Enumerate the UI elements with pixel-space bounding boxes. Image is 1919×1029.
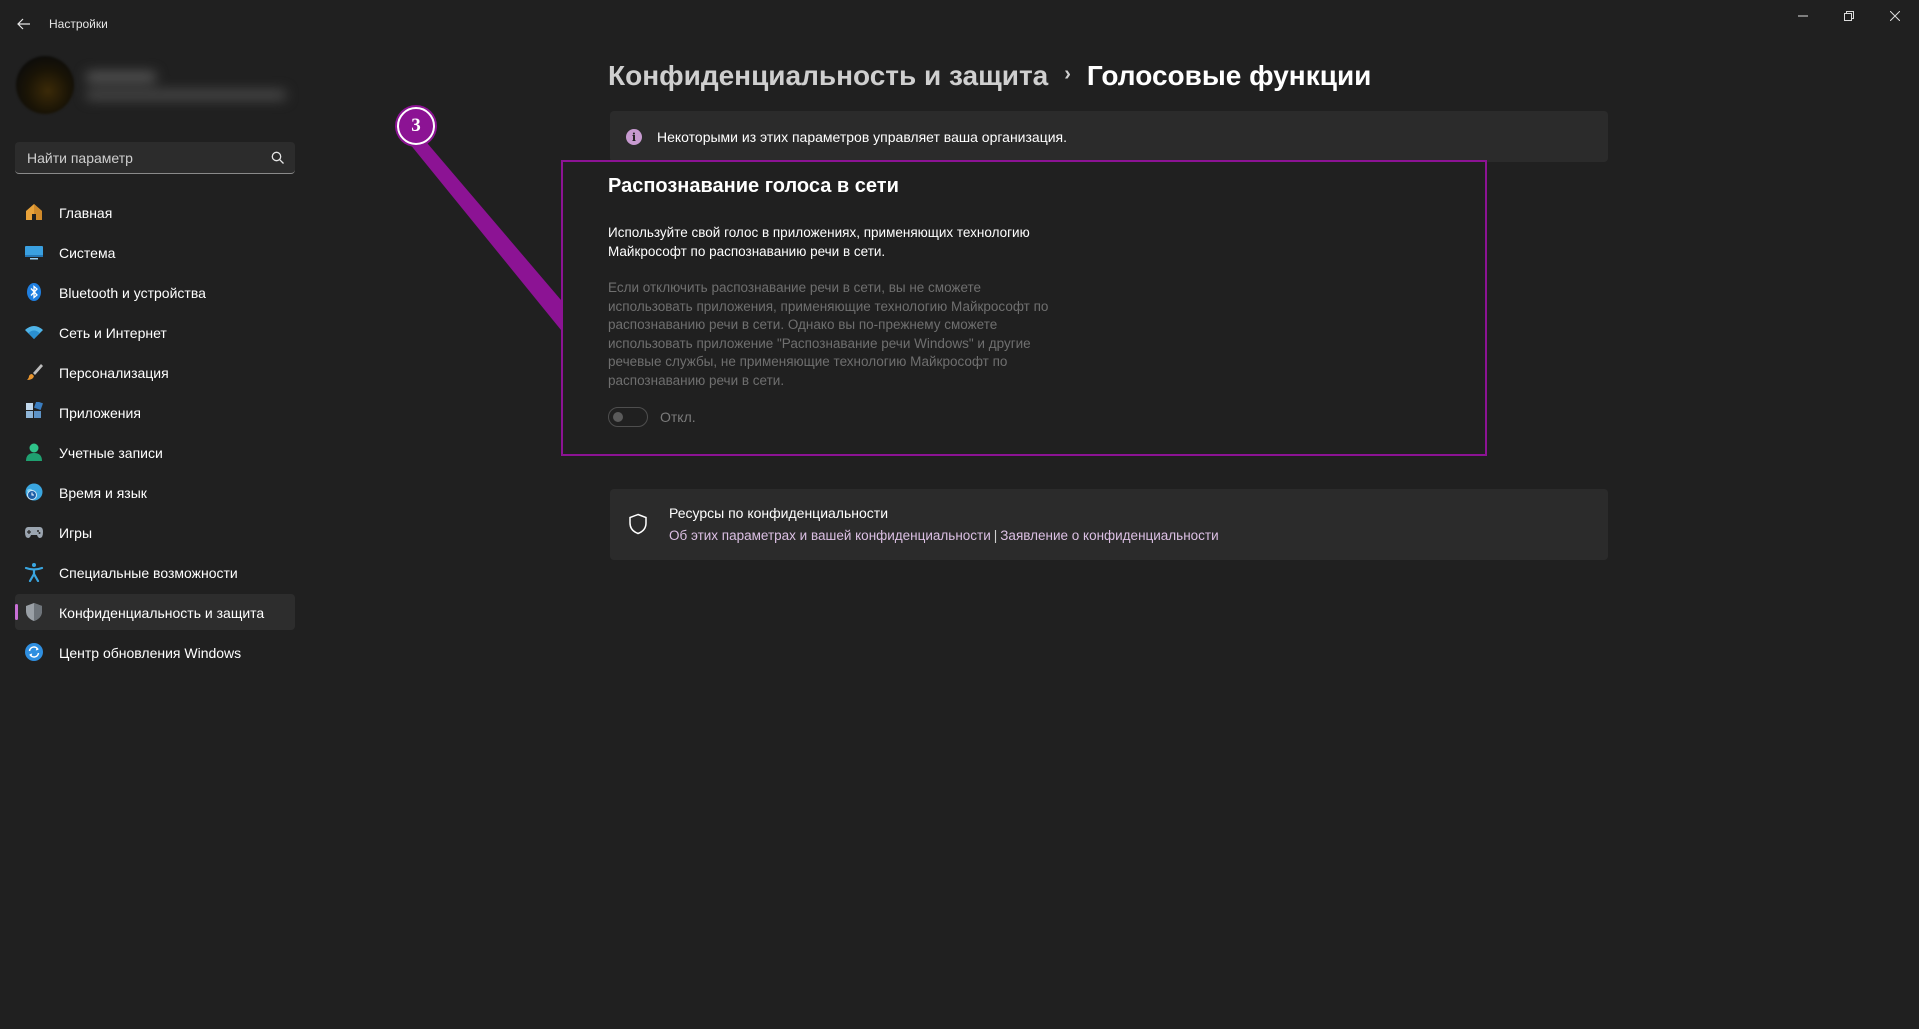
search-icon: [271, 151, 284, 164]
breadcrumb-parent-link[interactable]: Конфиденциальность и защита: [608, 60, 1048, 92]
search-input[interactable]: Найти параметр: [27, 150, 133, 166]
person-icon: [24, 442, 44, 462]
sidebar-item-label: Приложения: [59, 405, 141, 421]
minimize-button[interactable]: [1780, 0, 1826, 32]
sidebar-item-label: Время и язык: [59, 485, 147, 501]
sidebar-item-accessibility[interactable]: Специальные возможности: [15, 554, 295, 590]
sidebar-item-label: Конфиденциальность и защита: [59, 605, 265, 621]
privacy-resources-card: Ресурсы по конфиденциальности Об этих па…: [610, 489, 1608, 560]
shield-icon: [24, 602, 44, 622]
privacy-links: Об этих параметрах и вашей конфиденциаль…: [669, 528, 1219, 543]
sidebar-item-label: Специальные возможности: [59, 565, 238, 581]
sidebar-item-label: Главная: [59, 205, 113, 221]
back-button[interactable]: [10, 10, 38, 38]
display-icon: [24, 242, 44, 262]
sidebar-item-system[interactable]: Система: [15, 234, 295, 270]
sidebar-item-network[interactable]: Сеть и Интернет: [15, 314, 295, 350]
org-notice-text: Некоторыми из этих параметров управляет …: [657, 129, 1068, 145]
shield-outline-icon: [629, 513, 647, 535]
bluetooth-icon: [24, 282, 44, 302]
info-icon: i: [626, 129, 642, 145]
sidebar-item-time-language[interactable]: Время и язык: [15, 474, 295, 510]
accessibility-icon: [24, 562, 44, 582]
title-bar: Настройки: [0, 0, 1919, 48]
chevron-right-icon: ›: [1064, 62, 1071, 85]
search-box[interactable]: Найти параметр: [15, 142, 295, 174]
home-icon: [24, 202, 44, 222]
sidebar-item-label: Сеть и Интернет: [59, 325, 167, 341]
org-managed-notice: i Некоторыми из этих параметров управляе…: [610, 111, 1608, 162]
sidebar-item-bluetooth[interactable]: Bluetooth и устройства: [15, 274, 295, 310]
close-icon: [1890, 11, 1900, 21]
avatar: [16, 56, 74, 114]
sidebar-item-windows-update[interactable]: Центр обновления Windows: [15, 634, 295, 670]
privacy-resources-title: Ресурсы по конфиденциальности: [669, 505, 889, 521]
gamepad-icon: [24, 522, 44, 542]
sidebar-item-home[interactable]: Главная: [15, 194, 295, 230]
update-icon: [24, 642, 44, 662]
sidebar-item-apps[interactable]: Приложения: [15, 394, 295, 430]
sidebar-item-label: Bluetooth и устройства: [59, 285, 206, 301]
sidebar-nav: Главная Система Bluetooth и устройства С…: [15, 194, 295, 674]
app-title: Настройки: [49, 17, 108, 31]
user-profile[interactable]: [16, 56, 296, 122]
sidebar-item-label: Персонализация: [59, 365, 169, 381]
privacy-settings-link[interactable]: Об этих параметрах и вашей конфиденциаль…: [669, 528, 991, 543]
restore-button[interactable]: [1826, 0, 1872, 32]
back-arrow-icon: [17, 18, 30, 30]
sidebar-item-label: Игры: [59, 525, 93, 541]
sidebar-item-gaming[interactable]: Игры: [15, 514, 295, 550]
globe-clock-icon: [24, 482, 44, 502]
sidebar-item-privacy[interactable]: Конфиденциальность и защита: [15, 594, 295, 630]
sidebar-item-label: Система: [59, 245, 116, 261]
breadcrumb: Конфиденциальность и защита › Голосовые …: [608, 56, 1371, 96]
blurred-account-info: [86, 70, 286, 104]
step-number-badge: 3: [397, 107, 435, 145]
close-button[interactable]: [1872, 0, 1918, 32]
annotation-highlight-box: [561, 160, 1487, 456]
annotation-pointer-wedge: [405, 130, 561, 330]
page-title: Голосовые функции: [1086, 60, 1372, 91]
restore-icon: [1844, 11, 1854, 21]
apps-icon: [24, 402, 44, 422]
sidebar-item-accounts[interactable]: Учетные записи: [15, 434, 295, 470]
brush-icon: [24, 362, 44, 382]
privacy-statement-link[interactable]: Заявление о конфиденциальности: [1000, 528, 1218, 543]
sidebar-item-label: Центр обновления Windows: [59, 645, 242, 661]
link-separator: |: [993, 528, 998, 543]
minimize-icon: [1798, 15, 1808, 17]
sidebar-item-label: Учетные записи: [59, 445, 163, 461]
sidebar-item-personalization[interactable]: Персонализация: [15, 354, 295, 390]
wifi-icon: [24, 322, 44, 342]
